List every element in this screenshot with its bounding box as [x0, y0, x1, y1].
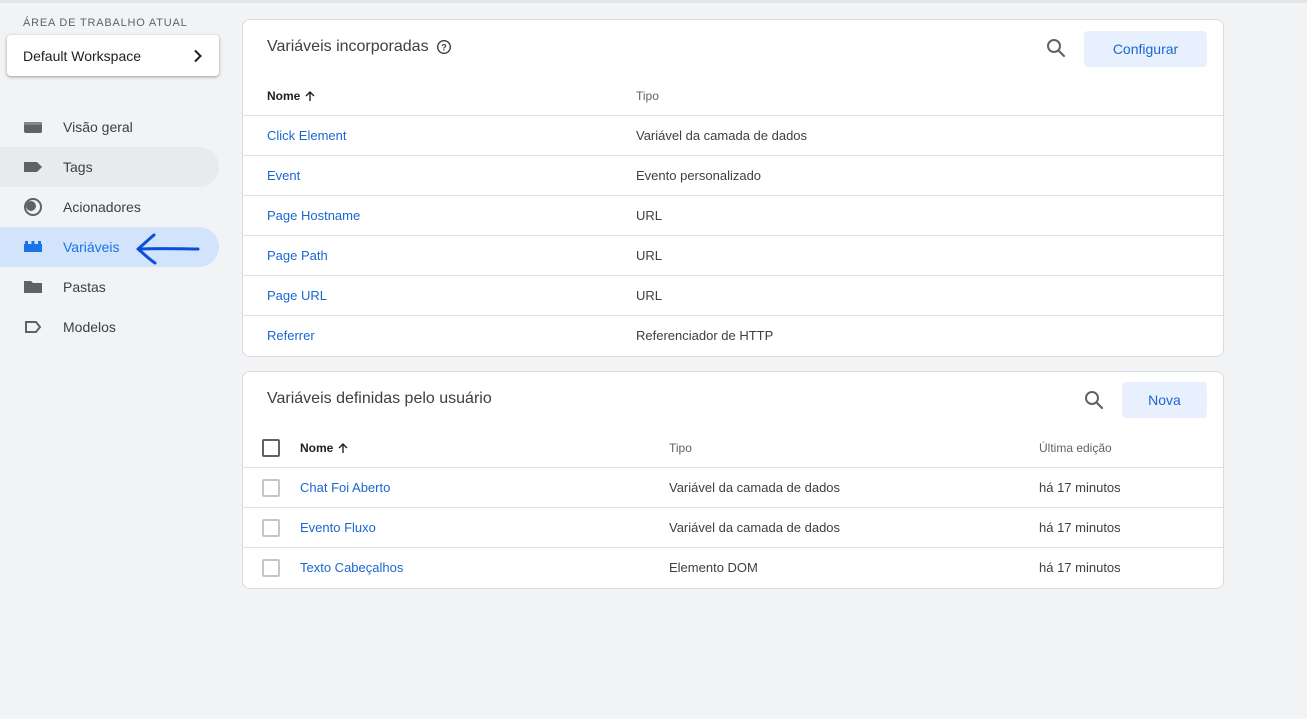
table-row: Texto Cabeçalhos Elemento DOM há 17 minu… [243, 547, 1223, 587]
variable-name-link[interactable]: Click Element [267, 128, 346, 143]
variable-type: URL [636, 288, 663, 303]
column-header-type: Tipo [669, 441, 692, 455]
table-row: Event Evento personalizado [243, 155, 1223, 195]
sidebar-item-triggers[interactable]: Acionadores [0, 187, 219, 227]
table-row: Page URL URL [243, 275, 1223, 315]
workspace-selector[interactable]: Default Workspace [7, 35, 219, 76]
annotation-arrow-left [136, 233, 200, 265]
builtin-title: Variáveis incorporadas [267, 38, 429, 55]
workspace-label: ÁREA DE TRABALHO ATUAL [23, 17, 188, 29]
sidebar-item-label: Visão geral [63, 119, 133, 135]
builtin-variables-card: Variáveis incorporadas ? Configurar Nome… [242, 19, 1224, 357]
row-checkbox[interactable] [262, 479, 280, 497]
variable-name-link[interactable]: Event [267, 168, 300, 183]
user-variables-card: Variáveis definidas pelo usuário Nova No… [242, 371, 1224, 589]
search-icon[interactable] [1083, 389, 1105, 411]
trigger-icon [23, 197, 43, 217]
table-row: Referrer Referenciador de HTTP [243, 315, 1223, 355]
column-header-name-label: Nome [267, 89, 301, 103]
table-row: Page Hostname URL [243, 195, 1223, 235]
user-variables-title: Variáveis definidas pelo usuário [267, 390, 492, 407]
help-icon[interactable]: ? [436, 39, 452, 55]
variable-name-link[interactable]: Evento Fluxo [300, 520, 376, 535]
sidebar-item-label: Tags [63, 159, 93, 175]
variable-name-link[interactable]: Chat Foi Aberto [300, 480, 390, 495]
variable-type: Evento personalizado [636, 168, 762, 183]
new-variable-button[interactable]: Nova [1122, 382, 1207, 418]
sort-ascending-icon [338, 443, 348, 453]
chevron-right-icon [194, 49, 202, 62]
svg-text:?: ? [441, 42, 447, 52]
variable-type: Referenciador de HTTP [636, 328, 774, 343]
top-border [0, 0, 1307, 3]
variable-type: Variável da camada de dados [669, 520, 841, 535]
template-icon [23, 317, 43, 337]
select-all-checkbox[interactable] [262, 439, 280, 457]
last-edited: há 17 minutos [1039, 520, 1121, 535]
variable-name-link[interactable]: Referrer [267, 328, 315, 343]
column-header-type: Tipo [636, 89, 659, 103]
sidebar-item-tags[interactable]: Tags [0, 147, 219, 187]
variable-type: Variável da camada de dados [636, 128, 808, 143]
folder-icon [23, 277, 43, 297]
last-edited: há 17 minutos [1039, 480, 1121, 495]
variable-name-link[interactable]: Page Path [267, 248, 328, 263]
sidebar-item-folders[interactable]: Pastas [0, 267, 219, 307]
column-header-name[interactable]: Nome [267, 89, 316, 103]
workspace-name: Default Workspace [23, 47, 142, 64]
overview-icon [23, 117, 43, 137]
variable-type: Elemento DOM [669, 560, 758, 575]
variables-icon [23, 237, 43, 257]
variable-type: URL [636, 248, 663, 263]
column-header-name[interactable]: Nome [300, 441, 349, 455]
column-header-name-label: Nome [300, 441, 334, 455]
table-row: Evento Fluxo Variável da camada de dados… [243, 507, 1223, 547]
sidebar-item-label: Variáveis [63, 239, 120, 255]
table-row: Click Element Variável da camada de dado… [243, 115, 1223, 155]
sort-ascending-icon [305, 91, 315, 101]
last-edited: há 17 minutos [1039, 560, 1121, 575]
configure-button[interactable]: Configurar [1084, 31, 1207, 67]
sidebar-item-overview[interactable]: Visão geral [0, 107, 219, 147]
search-icon[interactable] [1045, 37, 1067, 59]
column-header-last-edited: Última edição [1039, 441, 1112, 455]
sidebar-item-label: Pastas [63, 279, 106, 295]
variable-type: URL [636, 208, 663, 223]
sidebar-nav: Visão geral Tags Acionadores Variáveis P… [0, 107, 219, 347]
tag-icon [23, 157, 43, 177]
variable-type: Variável da camada de dados [669, 480, 841, 495]
row-checkbox[interactable] [262, 559, 280, 577]
sidebar-item-label: Modelos [63, 319, 116, 335]
row-checkbox[interactable] [262, 519, 280, 537]
builtin-title-wrap: Variáveis incorporadas ? [267, 38, 452, 56]
variable-name-link[interactable]: Page URL [267, 288, 327, 303]
variable-name-link[interactable]: Page Hostname [267, 208, 360, 223]
sidebar-item-templates[interactable]: Modelos [0, 307, 219, 347]
table-row: Chat Foi Aberto Variável da camada de da… [243, 467, 1223, 507]
variable-name-link[interactable]: Texto Cabeçalhos [300, 560, 403, 575]
table-row: Page Path URL [243, 235, 1223, 275]
sidebar-item-label: Acionadores [63, 199, 141, 215]
